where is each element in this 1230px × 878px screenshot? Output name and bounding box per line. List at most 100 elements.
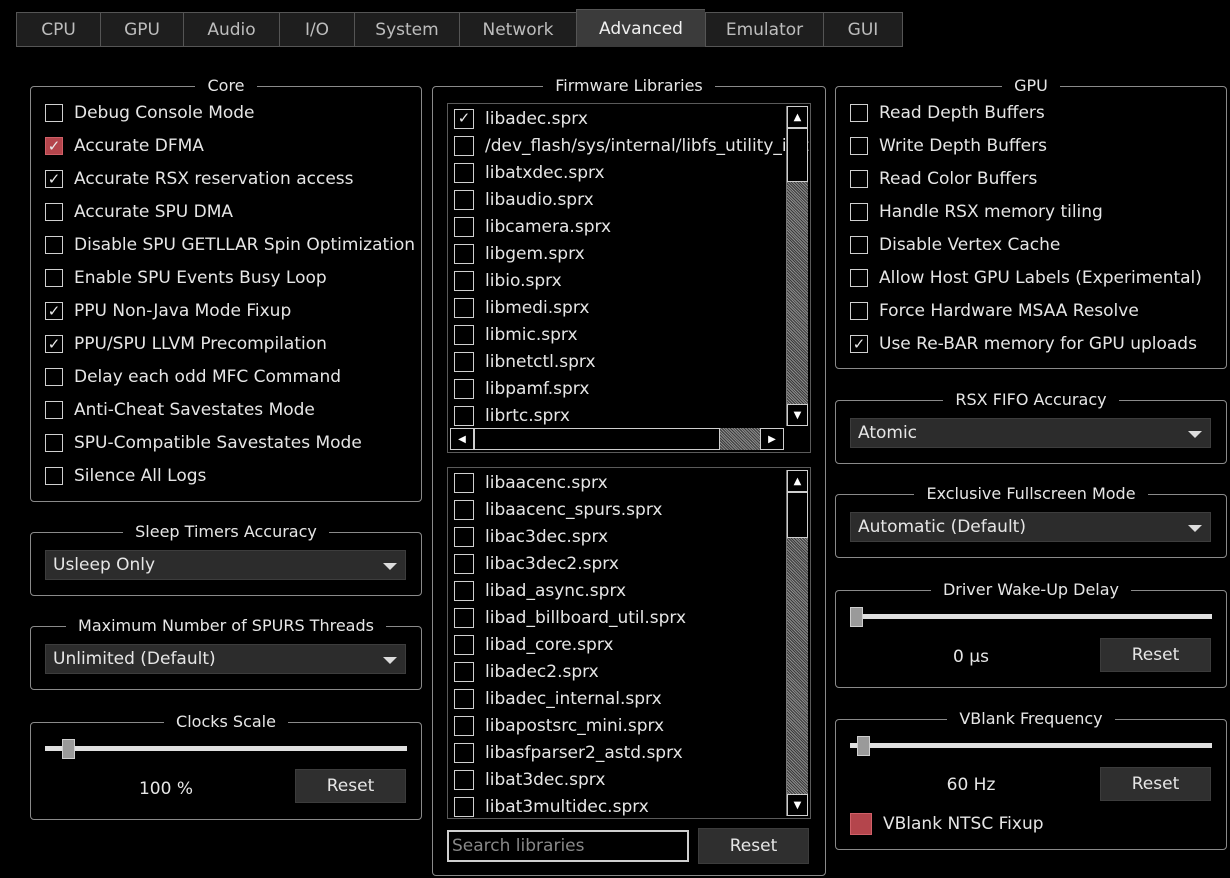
checkbox-icon[interactable]: [454, 472, 474, 493]
checkbox-icon[interactable]: [454, 405, 474, 426]
checkbox-icon[interactable]: [454, 216, 474, 237]
horizontal-scrollbar[interactable]: ◀ ▶: [450, 428, 784, 450]
core-checkbox[interactable]: ✓ Accurate RSX reservation access: [45, 166, 354, 192]
tab-gpu[interactable]: GPU: [100, 12, 183, 47]
core-checkbox[interactable]: Debug Console Mode: [45, 100, 255, 126]
scrollbar-thumb[interactable]: [474, 428, 720, 450]
checkbox-icon[interactable]: [454, 553, 474, 574]
fullscreen-mode-combo[interactable]: Automatic (Default): [850, 512, 1211, 542]
scroll-up-icon[interactable]: ▲: [787, 106, 808, 128]
tab-cpu[interactable]: CPU: [16, 12, 100, 47]
scroll-up-icon[interactable]: ▲: [787, 470, 808, 492]
core-checkbox[interactable]: Disable SPU GETLLAR Spin Optimization: [45, 232, 415, 258]
firmware-list-item[interactable]: libgem.sprx: [454, 240, 585, 267]
firmware-list-item[interactable]: libaudio.sprx: [454, 186, 594, 213]
gpu-checkbox[interactable]: Read Depth Buffers: [850, 100, 1045, 126]
tab-gui[interactable]: GUI: [823, 12, 903, 47]
gpu-checkbox[interactable]: Allow Host GPU Labels (Experimental): [850, 265, 1202, 291]
firmware-list-item[interactable]: libpamf.sprx: [454, 375, 589, 402]
clocks-scale-slider-track[interactable]: [45, 746, 407, 751]
core-checkbox[interactable]: SPU-Compatible Savestates Mode: [45, 430, 362, 456]
checkbox-icon[interactable]: [454, 297, 474, 318]
firmware-list-item[interactable]: libaacenc_spurs.sprx: [454, 496, 662, 523]
firmware-list-item[interactable]: libnetctl.sprx: [454, 348, 596, 375]
checkbox-icon[interactable]: [850, 269, 868, 287]
checkbox-icon[interactable]: [454, 796, 474, 817]
checkmark-icon[interactable]: ✓: [45, 302, 63, 320]
checkbox-icon[interactable]: [850, 137, 868, 155]
core-checkbox[interactable]: Accurate SPU DMA: [45, 199, 233, 225]
firmware-list-item[interactable]: libad_billboard_util.sprx: [454, 604, 686, 631]
driver-wakeup-slider-handle[interactable]: [850, 607, 863, 627]
checkbox-icon[interactable]: [454, 324, 474, 345]
rsx-fifo-combo[interactable]: Atomic: [850, 418, 1211, 448]
firmware-list-item[interactable]: libadec_internal.sprx: [454, 685, 662, 712]
checkbox-icon[interactable]: [454, 715, 474, 736]
checkbox-icon[interactable]: [454, 742, 474, 763]
firmware-list-item[interactable]: libad_async.sprx: [454, 577, 626, 604]
firmware-list-item[interactable]: /dev_flash/sys/internal/libfs_utility_in…: [454, 132, 809, 159]
tab-system[interactable]: System: [354, 12, 459, 47]
checkbox-icon[interactable]: [454, 270, 474, 291]
scroll-right-icon[interactable]: ▶: [760, 428, 784, 450]
checkbox-icon[interactable]: [850, 203, 868, 221]
checkbox-icon[interactable]: [45, 203, 63, 221]
driver-wakeup-reset-button[interactable]: Reset: [1100, 638, 1211, 672]
firmware-list-item[interactable]: libmic.sprx: [454, 321, 578, 348]
checkbox-icon[interactable]: [850, 170, 868, 188]
firmware-list-item[interactable]: libaacenc.sprx: [454, 469, 608, 496]
checkbox-icon[interactable]: [850, 236, 868, 254]
checkbox-icon[interactable]: [454, 607, 474, 628]
checkbox-icon[interactable]: [850, 813, 872, 835]
core-checkbox[interactable]: ✓ Accurate DFMA: [45, 133, 204, 159]
gpu-checkbox[interactable]: Disable Vertex Cache: [850, 232, 1060, 258]
core-checkbox[interactable]: Anti-Cheat Savestates Mode: [45, 397, 315, 423]
firmware-list-item[interactable]: libad_core.sprx: [454, 631, 613, 658]
checkbox-icon[interactable]: [45, 236, 63, 254]
gpu-checkbox[interactable]: Read Color Buffers: [850, 166, 1037, 192]
scrollbar-thumb[interactable]: [787, 492, 808, 538]
core-checkbox[interactable]: ✓ PPU/SPU LLVM Precompilation: [45, 331, 327, 357]
checkbox-icon[interactable]: [45, 401, 63, 419]
firmware-list-item[interactable]: libapostsrc_mini.sprx: [454, 712, 664, 739]
checkmark-icon[interactable]: ✓: [45, 170, 63, 188]
checkbox-icon[interactable]: [454, 351, 474, 372]
firmware-list-item[interactable]: libac3dec.sprx: [454, 523, 608, 550]
tab-audio[interactable]: Audio: [183, 12, 279, 47]
tab-advanced[interactable]: Advanced: [576, 9, 705, 47]
clocks-scale-slider-handle[interactable]: [62, 739, 76, 759]
checkbox-icon[interactable]: [454, 634, 474, 655]
core-checkbox[interactable]: Enable SPU Events Busy Loop: [45, 265, 327, 291]
firmware-list-item[interactable]: librtc.sprx: [454, 402, 570, 429]
firmware-list-item[interactable]: libac3dec2.sprx: [454, 550, 619, 577]
firmware-list-item[interactable]: libatxdec.sprx: [454, 159, 605, 186]
checkbox-icon[interactable]: [850, 104, 868, 122]
vblank-reset-button[interactable]: Reset: [1100, 767, 1211, 801]
search-libraries-input[interactable]: Search libraries: [447, 830, 689, 862]
checkbox-icon[interactable]: [45, 269, 63, 287]
checkbox-icon[interactable]: [45, 467, 63, 485]
firmware-list-item[interactable]: libcamera.sprx: [454, 213, 611, 240]
firmware-reset-button[interactable]: Reset: [698, 828, 809, 864]
checkbox-icon[interactable]: [454, 661, 474, 682]
spurs-threads-combo[interactable]: Unlimited (Default): [45, 644, 406, 674]
vblank-slider-handle[interactable]: [856, 736, 870, 756]
sleep-timers-combo[interactable]: Usleep Only: [45, 550, 406, 580]
checkbox-icon[interactable]: [454, 499, 474, 520]
firmware-list-item[interactable]: libat3multidec.sprx: [454, 793, 649, 818]
checkbox-icon[interactable]: [454, 580, 474, 601]
tab-emulator[interactable]: Emulator: [705, 12, 823, 47]
scrollbar-thumb[interactable]: [787, 128, 808, 182]
scroll-down-icon[interactable]: ▼: [787, 794, 808, 816]
checkbox-icon[interactable]: [454, 243, 474, 264]
gpu-checkbox[interactable]: Handle RSX memory tiling: [850, 199, 1103, 225]
vblank-ntsc-checkbox[interactable]: VBlank NTSC Fixup: [850, 811, 1044, 837]
core-checkbox[interactable]: Delay each odd MFC Command: [45, 364, 341, 390]
core-checkbox[interactable]: Silence All Logs: [45, 463, 206, 489]
checkmark-icon[interactable]: ✓: [45, 137, 63, 155]
checkbox-icon[interactable]: [45, 368, 63, 386]
vertical-scrollbar[interactable]: ▲ ▼: [786, 470, 808, 816]
checkbox-icon[interactable]: [454, 378, 474, 399]
firmware-list-item[interactable]: libasfparser2_astd.sprx: [454, 739, 683, 766]
checkbox-icon[interactable]: [454, 526, 474, 547]
